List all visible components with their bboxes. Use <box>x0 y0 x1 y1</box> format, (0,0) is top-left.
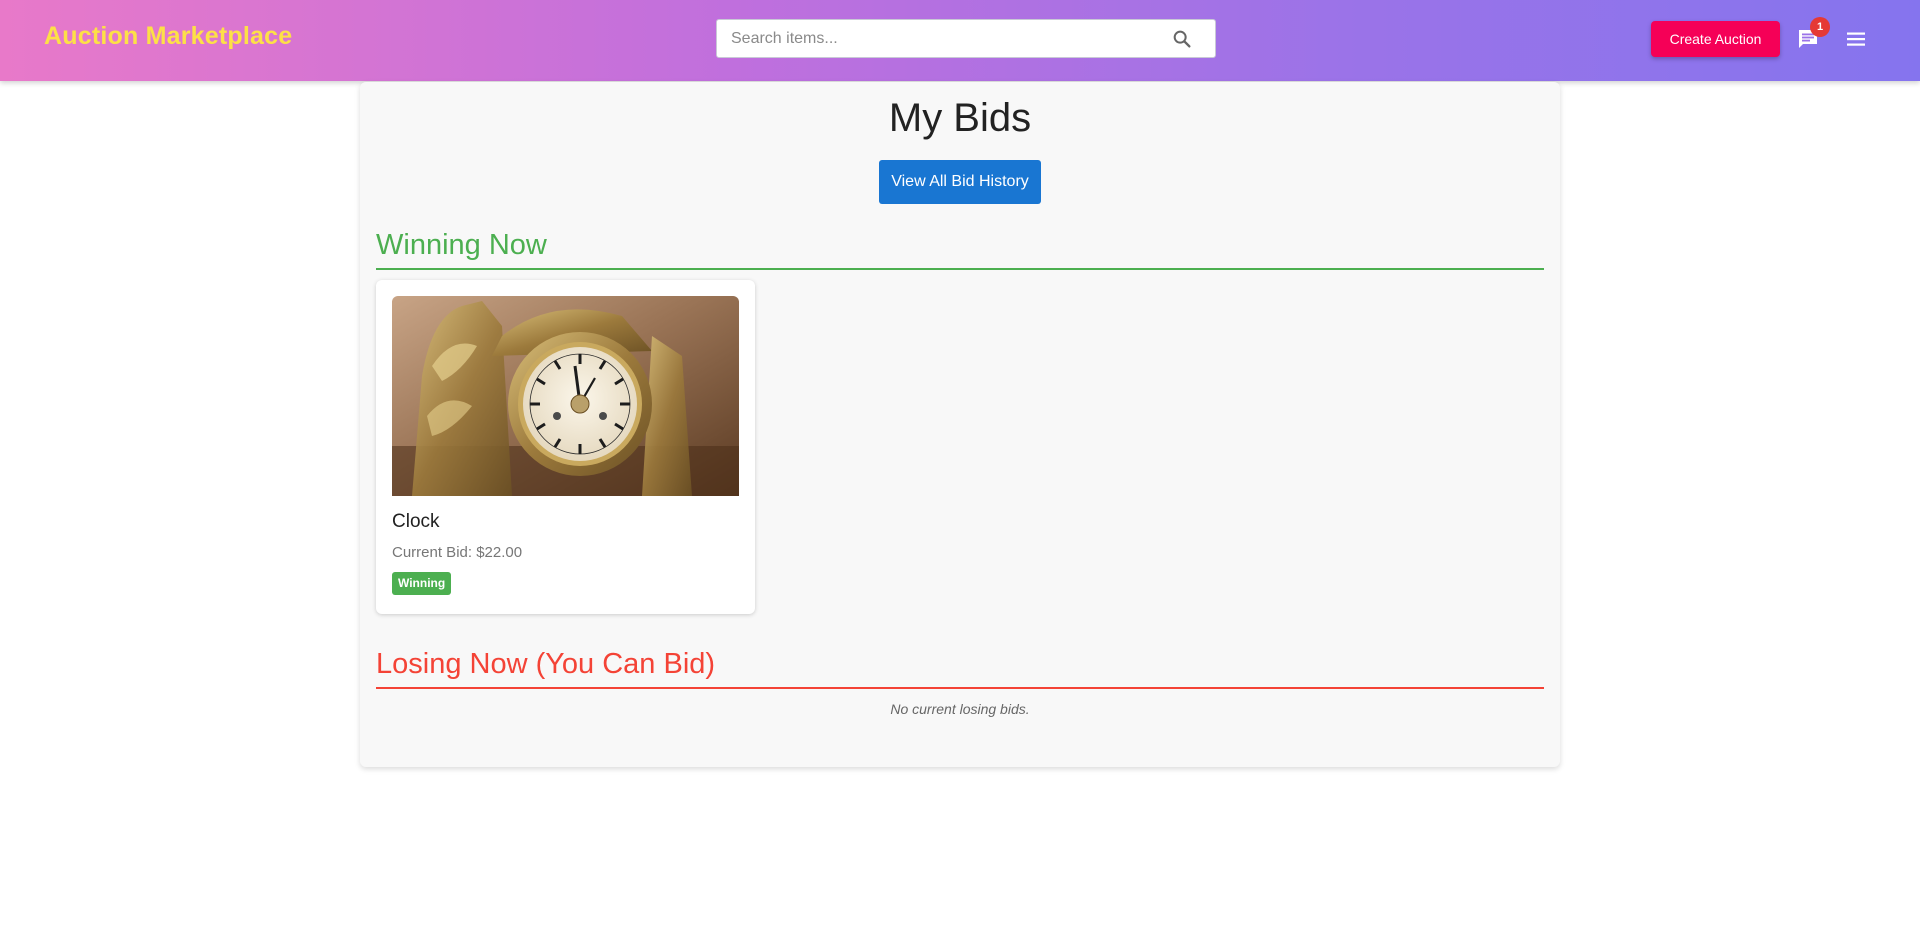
search-input[interactable] <box>717 20 1157 57</box>
clock-item-image[interactable] <box>392 296 739 496</box>
winning-section-heading: Winning Now <box>376 229 1544 270</box>
message-count-badge: 1 <box>1810 17 1830 37</box>
auction-card[interactable]: Clock Current Bid: $22.00 Winning <box>376 280 755 614</box>
search-icon[interactable] <box>1171 28 1193 50</box>
my-bids-panel: My Bids View All Bid History Winning Now <box>360 82 1560 767</box>
hamburger-menu-icon[interactable] <box>1844 27 1868 51</box>
no-losing-bids-message: No current losing bids. <box>890 701 1030 717</box>
winning-status-badge: Winning <box>392 572 452 595</box>
view-bid-history-button[interactable]: View All Bid History <box>879 160 1041 204</box>
create-auction-button[interactable]: Create Auction <box>1651 21 1780 57</box>
page-title: My Bids <box>888 96 1032 140</box>
top-navbar: Auction Marketplace Create Auction 1 <box>0 0 1920 81</box>
item-name[interactable]: Clock <box>392 511 440 533</box>
brand-logo[interactable]: Auction Marketplace <box>44 22 292 51</box>
current-bid-text: Current Bid: $22.00 <box>392 544 523 561</box>
search-bar <box>716 19 1216 58</box>
losing-section-heading: Losing Now (You Can Bid) <box>376 648 1544 689</box>
